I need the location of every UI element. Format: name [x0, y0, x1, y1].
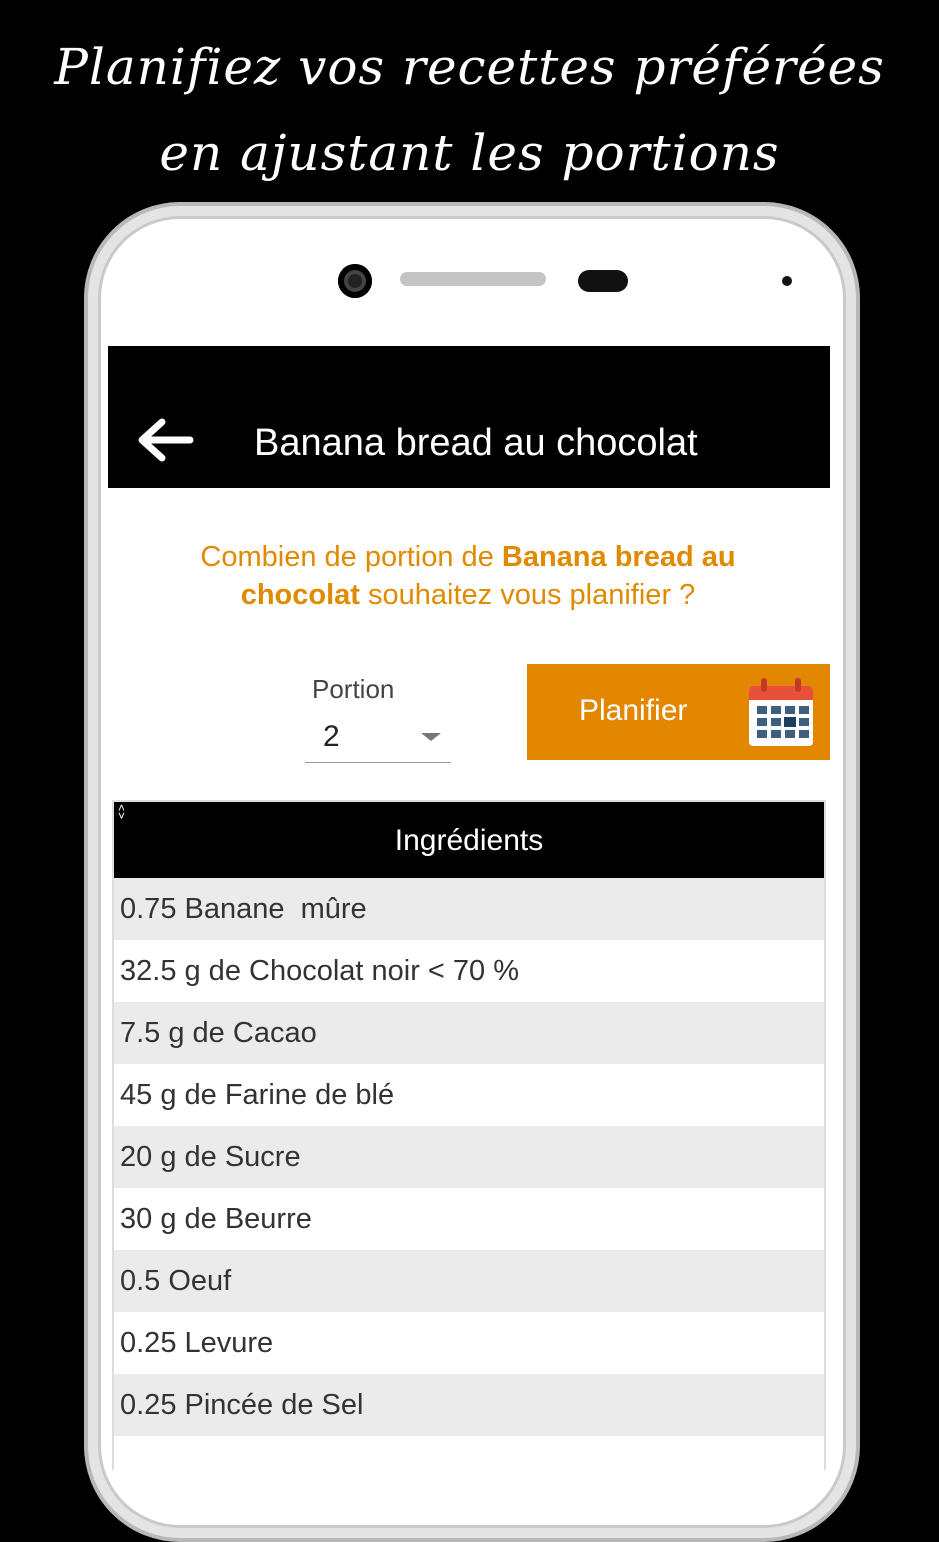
ingredients-header[interactable]: ˄ ˅ Ingrédients — [114, 802, 824, 878]
ingredient-row: 20 g de Sucre — [114, 1126, 824, 1188]
ingredients-header-label: Ingrédients — [394, 824, 544, 857]
plan-button[interactable]: Planifier — [527, 664, 830, 760]
ingredient-row: 0.5 Oeuf — [114, 1250, 824, 1312]
ingredient-row: 0.75 Banane mûre — [114, 878, 824, 940]
calendar-icon — [749, 678, 813, 746]
chevron-down-icon — [421, 733, 441, 741]
ingredient-row: 45 g de Farine de blé — [114, 1064, 824, 1126]
ingredient-row: 32.5 g de Chocolat noir < 70 % — [114, 940, 824, 1002]
proximity-sensor — [578, 270, 628, 292]
ingredients-table: ˄ ˅ Ingrédients 0.75 Banane mûre 32.5 g d… — [112, 800, 826, 1470]
portion-question: Combien de portion de Banana bread au ch… — [158, 538, 778, 614]
arrow-left-icon[interactable] — [136, 418, 196, 462]
ingredient-row: 30 g de Beurre — [114, 1188, 824, 1250]
plan-button-label: Planifier — [579, 694, 688, 727]
question-suffix: souhaitez vous planifier ? — [359, 579, 696, 611]
page-title: Banana bread au chocolat — [254, 422, 698, 464]
notification-led — [782, 276, 792, 286]
portion-value: 2 — [323, 720, 340, 753]
ingredients-list: 0.75 Banane mûre 32.5 g de Chocolat noir… — [114, 878, 824, 1436]
promo-line-2: en ajustant les portions — [159, 124, 780, 182]
earpiece-speaker — [400, 272, 546, 286]
portion-label: Portion — [312, 674, 395, 704]
promo-line-1: Planifiez vos recettes préférées — [54, 38, 885, 96]
question-prefix: Combien de portion de — [200, 541, 502, 573]
app-bar: Banana bread au chocolat — [108, 346, 830, 488]
sort-icon: ˄ ˅ — [118, 801, 126, 823]
portion-dropdown[interactable]: 2 — [305, 712, 451, 763]
front-camera — [338, 264, 372, 298]
app-screen: Banana bread au chocolat Combien de port… — [108, 346, 830, 1470]
ingredient-row: 0.25 Levure — [114, 1312, 824, 1374]
ingredient-row: 0.25 Pincée de Sel — [114, 1374, 824, 1436]
ingredient-row: 7.5 g de Cacao — [114, 1002, 824, 1064]
